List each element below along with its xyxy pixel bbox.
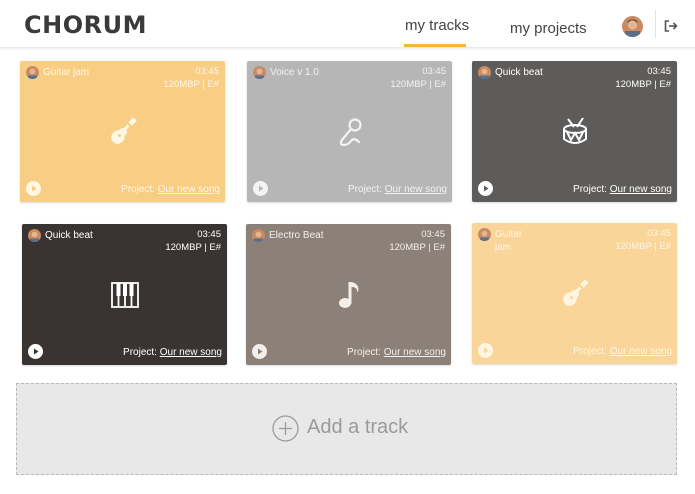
project-prefix: Project: (123, 347, 157, 358)
project-link[interactable]: Project: Our new song (121, 184, 220, 195)
play-button[interactable] (28, 344, 43, 359)
piano-icon (108, 278, 142, 312)
owner-avatar (253, 66, 266, 79)
owner-avatar (28, 229, 41, 242)
logout-icon[interactable] (663, 18, 679, 34)
track-title: Voice v 1.0 (270, 67, 319, 78)
user-avatar[interactable] (622, 16, 643, 37)
project-prefix: Project: (121, 184, 155, 195)
guitar-icon (106, 115, 140, 149)
track-duration: 03:45 (647, 66, 671, 77)
app-header: CHORUM my tracks my projects (0, 0, 695, 48)
track-card[interactable]: Quick beat 03:45 120MBP | E# Project: Ou… (472, 61, 677, 202)
project-name[interactable]: Our new song (610, 346, 672, 357)
play-button[interactable] (478, 181, 493, 196)
project-name[interactable]: Our new song (384, 347, 446, 358)
track-title: Guitar jam (43, 67, 90, 78)
project-link[interactable]: Project: Our new song (123, 347, 222, 358)
owner-avatar (478, 228, 491, 241)
project-prefix: Project: (347, 347, 381, 358)
project-prefix: Project: (573, 346, 607, 357)
project-link[interactable]: Project: Our new song (573, 184, 672, 195)
track-duration: 03:45 (422, 66, 446, 77)
microphone-icon (333, 115, 367, 149)
tab-my-tracks[interactable]: my tracks (405, 17, 469, 34)
guitar-icon (558, 277, 592, 311)
drum-icon (558, 115, 592, 149)
project-link[interactable]: Project: Our new song (573, 346, 672, 357)
header-divider (655, 10, 656, 38)
plus-circle-icon (272, 415, 299, 442)
track-title: Quick beat (45, 230, 93, 241)
track-card[interactable]: Quick beat 03:45 120MBP | E# Project: Ou… (22, 224, 227, 365)
track-tempo-key: 120MBP | E# (615, 241, 671, 252)
add-track-button[interactable]: Add a track (16, 383, 677, 475)
project-prefix: Project: (573, 184, 607, 195)
track-tempo-key: 120MBP | E# (615, 79, 671, 90)
project-link[interactable]: Project: Our new song (348, 184, 447, 195)
track-tempo-key: 120MBP | E# (390, 79, 446, 90)
owner-avatar (26, 66, 39, 79)
track-title: Quick beat (495, 67, 543, 78)
tab-my-projects[interactable]: my projects (510, 20, 587, 37)
track-tempo-key: 120MBP | E# (165, 242, 221, 253)
track-card[interactable]: Guitar jam 03:45 120MBP | E# Project: Ou… (472, 223, 677, 364)
play-button[interactable] (252, 344, 267, 359)
track-card[interactable]: Electro Beat 03:45 120MBP | E# Project: … (246, 224, 451, 365)
track-card[interactable]: Guitar jam 03:45 120MBP | E# Project: Ou… (20, 61, 225, 202)
track-tempo-key: 120MBP | E# (163, 79, 219, 90)
track-duration: 03:45 (197, 229, 221, 240)
track-tempo-key: 120MBP | E# (389, 242, 445, 253)
app-logo[interactable]: CHORUM (24, 11, 147, 39)
owner-avatar (252, 229, 265, 242)
project-name[interactable]: Our new song (610, 184, 672, 195)
track-duration: 03:45 (647, 228, 671, 239)
track-duration: 03:45 (421, 229, 445, 240)
project-prefix: Project: (348, 184, 382, 195)
project-name[interactable]: Our new song (160, 347, 222, 358)
track-title: Guitar jam (495, 229, 523, 253)
owner-avatar (478, 66, 491, 79)
play-button[interactable] (26, 181, 41, 196)
track-card[interactable]: Voice v 1.0 03:45 120MBP | E# Project: O… (247, 61, 452, 202)
music-note-icon (332, 278, 366, 312)
play-button[interactable] (253, 181, 268, 196)
play-button[interactable] (478, 343, 493, 358)
track-duration: 03:45 (195, 66, 219, 77)
track-title: Electro Beat (269, 230, 324, 241)
project-name[interactable]: Our new song (385, 184, 447, 195)
active-tab-indicator (404, 44, 466, 47)
add-track-label: Add a track (307, 416, 409, 438)
project-link[interactable]: Project: Our new song (347, 347, 446, 358)
project-name[interactable]: Our new song (158, 184, 220, 195)
